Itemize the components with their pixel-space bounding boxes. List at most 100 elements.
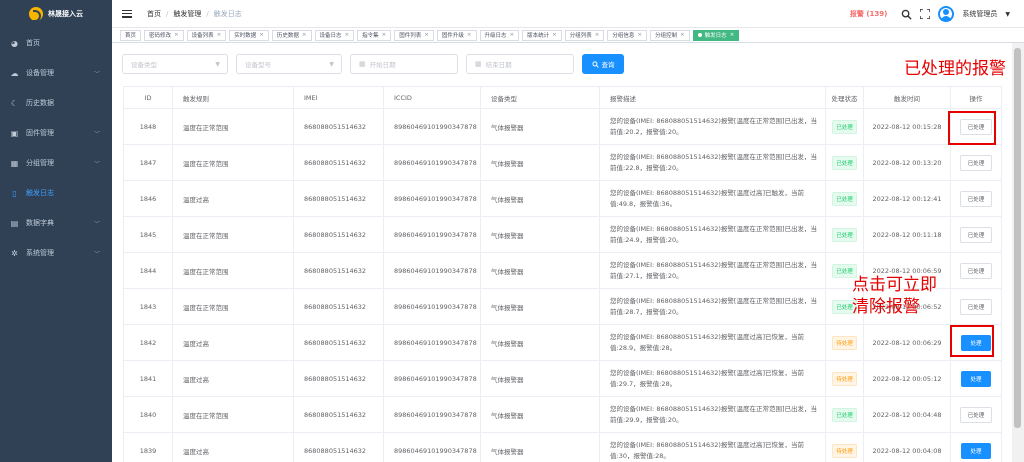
column-header-trigger-time: 触发时间	[863, 86, 951, 109]
processed-button[interactable]: 已处理	[959, 226, 993, 243]
cell-device-type: 气体报警器	[480, 432, 600, 462]
calendar-icon: ▦	[475, 60, 482, 68]
tab-tag[interactable]: 设备日志 ×	[314, 29, 355, 41]
hamburger-icon[interactable]	[122, 9, 132, 18]
status-badge: 待处理	[832, 443, 857, 458]
close-icon[interactable]: ×	[680, 32, 685, 38]
cell-alarm-desc: 您的设备(IMEI: 868088051514632)报警[温度在正常范围]已出…	[599, 252, 826, 289]
processed-button[interactable]: 已处理	[959, 190, 993, 207]
close-icon[interactable]: ×	[595, 32, 600, 38]
search-icon[interactable]	[901, 9, 912, 20]
cell-rule: 温度在正常范围	[172, 216, 294, 253]
device-type-select[interactable]: 设备类型 ▼	[122, 54, 228, 74]
dashboard-icon: ◕	[11, 38, 18, 48]
close-icon[interactable]: ×	[259, 32, 264, 38]
annotation-box-handle	[950, 325, 994, 357]
processed-button[interactable]: 已处理	[959, 154, 993, 171]
sidebar-item[interactable]: ▦ 分组管理 ﹀	[0, 148, 112, 178]
cell-device-type: 气体报警器	[480, 216, 600, 253]
close-icon[interactable]: ×	[382, 32, 387, 38]
tab-tag[interactable]: 指令集 ×	[357, 29, 392, 41]
handle-button[interactable]: 处理	[961, 442, 991, 459]
tab-tag[interactable]: 密码修改 ×	[144, 29, 184, 41]
tab-tag[interactable]: 分组信息 ×	[607, 29, 648, 41]
fullscreen-icon[interactable]	[920, 9, 931, 19]
alarm-count[interactable]: 报警 (139)	[850, 9, 887, 19]
caret-down-icon[interactable]: ▼	[1005, 11, 1010, 18]
cell-imei: 868088051514632	[293, 360, 384, 397]
sidebar-item-label: 触发日志	[26, 189, 54, 197]
processed-button[interactable]: 已处理	[959, 262, 993, 279]
tab-tag[interactable]: 触发日志 ×	[692, 29, 740, 41]
sidebar-item[interactable]: ▤ 数据字典 ﹀	[0, 208, 112, 238]
cell-alarm-desc: 您的设备(IMEI: 868088051514632)报警[温度过高]已恢复，当…	[599, 324, 826, 361]
tab-tag[interactable]: 历史数据 ×	[271, 29, 312, 41]
main-content: 设备类型 ▼ 设备型号 ▼ ▦ 开始日期 ▦ 结束日期 查询 ID 触发规则 I	[112, 43, 1012, 462]
sidebar-item[interactable]: ▣ 固件管理 ﹀	[0, 118, 112, 148]
user-name[interactable]: 系统管理员	[962, 9, 997, 19]
close-icon[interactable]: ×	[637, 32, 642, 38]
sidebar-item[interactable]: ☁ 设备管理 ﹀	[0, 58, 112, 88]
avatar[interactable]	[938, 6, 955, 22]
cell-action: 已处理	[950, 180, 1002, 217]
sidebar-item[interactable]: ☾ 历史数据	[0, 88, 112, 118]
tab-tag[interactable]: 分组控制 ×	[650, 29, 690, 41]
tab-tag[interactable]: 固件升级 ×	[436, 29, 477, 41]
tab-tag[interactable]: 设备列表 ×	[186, 29, 227, 41]
tag-label: 升级日志	[484, 33, 507, 39]
close-icon[interactable]: ×	[424, 32, 429, 38]
processed-button[interactable]: 已处理	[959, 298, 993, 315]
sidebar-item[interactable]: ◕ 首页	[0, 28, 112, 58]
annotation-click-note-line2: 清除报警	[852, 297, 920, 317]
cell-alarm-desc: 您的设备(IMEI: 868088051514632)报警[温度过高]已恢复，当…	[599, 432, 826, 462]
sidebar-item[interactable]: ▯ 触发日志	[0, 178, 112, 208]
tab-tag[interactable]: 实时数据 ×	[229, 29, 269, 41]
tag-label: 首页	[125, 33, 137, 39]
annotation-processed-note: 已处理的报警	[904, 59, 1006, 79]
tab-tag[interactable]: 固件列表 ×	[394, 29, 434, 41]
brand[interactable]: 林晟接入云	[0, 0, 112, 28]
cell-imei: 868088051514632	[293, 252, 384, 289]
table-row: 1847 温度在正常范围 868088051514632 89860469101990…	[123, 144, 1002, 181]
cell-imei: 868088051514632	[293, 396, 384, 433]
tag-label: 分组控制	[655, 33, 678, 39]
tab-tag[interactable]: 版本统计 ×	[522, 29, 562, 41]
device-model-select[interactable]: 设备型号 ▼	[236, 54, 342, 74]
scrollbar[interactable]	[1012, 43, 1024, 462]
handle-button[interactable]: 处理	[961, 370, 991, 387]
column-header-rule: 触发规则	[172, 86, 294, 109]
close-icon[interactable]: ×	[467, 32, 472, 38]
chevron-down-icon: ﹀	[93, 71, 100, 78]
close-icon[interactable]: ×	[217, 32, 222, 38]
sidebar-item[interactable]: ✲ 系统管理 ﹀	[0, 238, 112, 268]
breadcrumb-home[interactable]: 首页	[147, 9, 161, 19]
cell-id: 1848	[123, 108, 173, 145]
close-icon[interactable]: ×	[302, 32, 307, 38]
column-header-iccid: ICCID	[383, 86, 481, 109]
chip-icon: ▣	[10, 128, 19, 138]
cell-alarm-desc: 您的设备(IMEI: 868088051514632)报警[温度过高]已触发，当…	[599, 180, 826, 217]
search-button[interactable]: 查询	[582, 54, 624, 74]
close-icon[interactable]: ×	[345, 32, 350, 38]
start-date-picker[interactable]: ▦ 开始日期	[350, 54, 458, 74]
cell-alarm-desc: 您的设备(IMEI: 868088051514632)报警[温度在正常范围]已出…	[599, 216, 826, 253]
start-date-placeholder: 开始日期	[369, 61, 396, 69]
table-row: 1840 温度在正常范围 868088051514632 89860469101990…	[123, 396, 1002, 433]
cell-rule: 温度过高	[172, 360, 294, 397]
tab-tag[interactable]: 分组列表 ×	[564, 29, 605, 41]
column-header-alarm-desc: 报警描述	[599, 86, 826, 109]
tab-tag[interactable]: 首页	[120, 29, 142, 41]
tab-tag[interactable]: 升级日志 ×	[479, 29, 520, 41]
close-icon[interactable]: ×	[552, 32, 557, 38]
column-header-id: ID	[123, 86, 173, 109]
end-date-picker[interactable]: ▦ 结束日期	[466, 54, 574, 74]
processed-button[interactable]: 已处理	[959, 406, 993, 423]
tag-label: 设备列表	[191, 33, 214, 39]
close-icon[interactable]: ×	[730, 32, 735, 38]
brand-name: 林晟接入云	[48, 10, 83, 18]
close-icon[interactable]: ×	[174, 32, 179, 38]
scrollbar-thumb[interactable]	[1014, 48, 1021, 428]
cell-rule: 温度在正常范围	[172, 396, 294, 433]
close-icon[interactable]: ×	[510, 32, 515, 38]
table-row: 1842 温度过高 868088051514632 89860469101990347…	[123, 324, 1002, 361]
